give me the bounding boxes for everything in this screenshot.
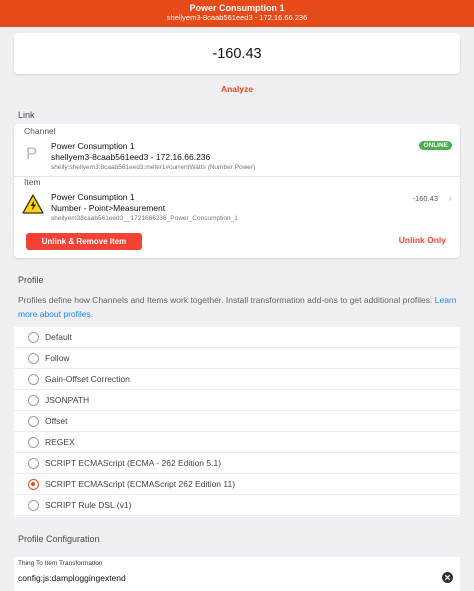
channel-uid: shelly:shellyem3:8caab561eed3:meter1#cur… bbox=[51, 164, 256, 171]
profile-option-label: Follow bbox=[45, 353, 70, 363]
unlink-remove-button[interactable]: Unlink & Remove Item bbox=[26, 233, 142, 250]
profile-option[interactable]: JSONPATH bbox=[14, 390, 460, 411]
warning-icon bbox=[22, 193, 44, 215]
radio-icon[interactable] bbox=[28, 500, 39, 511]
divider bbox=[14, 176, 460, 177]
radio-icon[interactable] bbox=[28, 353, 39, 364]
item-header: Item bbox=[24, 177, 41, 187]
profile-option[interactable]: Gain-Offset Correction bbox=[14, 369, 460, 390]
profile-option-label: SCRIPT ECMAScript (ECMA - 262 Edition 5.… bbox=[45, 458, 222, 468]
item-uid: shellyem38caab561eed3__1721666236_Power_… bbox=[51, 215, 238, 222]
channel-thing: shellyem3-8caab561eed3 - 172.16.66.236 bbox=[51, 152, 211, 162]
transformation-label: Thing To Item Transformation bbox=[18, 560, 103, 567]
channel-row[interactable]: P Power Consumption 1 shellyem3-8caab561… bbox=[14, 138, 460, 176]
profile-option-label: Offset bbox=[45, 416, 68, 426]
chevron-right-icon: › bbox=[449, 193, 452, 203]
radio-icon[interactable] bbox=[28, 437, 39, 448]
transformation-input[interactable] bbox=[18, 571, 438, 585]
item-name: Power Consumption 1 bbox=[51, 192, 135, 202]
radio-icon[interactable] bbox=[28, 374, 39, 385]
clear-icon[interactable] bbox=[442, 572, 453, 583]
profile-section-title: Profile bbox=[18, 275, 44, 285]
unlink-only-button[interactable]: Unlink Only bbox=[399, 235, 446, 245]
radio-icon[interactable] bbox=[28, 458, 39, 469]
page-subtitle: shellyem3-8caab561eed3 - 172.16.66.236 bbox=[166, 13, 308, 22]
profile-option-label: Gain-Offset Correction bbox=[45, 374, 130, 384]
radio-icon[interactable] bbox=[28, 395, 39, 406]
item-type: Number - Point>Measurement bbox=[51, 203, 166, 213]
link-section-title: Link bbox=[18, 110, 35, 120]
profile-description: Profiles define how Channels and Items w… bbox=[18, 293, 458, 321]
profile-config-title: Profile Configuration bbox=[18, 534, 100, 544]
state-value: -160.43 bbox=[212, 45, 262, 62]
profile-option[interactable]: SCRIPT Rule DSL (v1) bbox=[14, 495, 460, 516]
profile-option-label: REGEX bbox=[45, 437, 75, 447]
item-row[interactable]: Power Consumption 1 Number - Point>Measu… bbox=[14, 189, 460, 227]
channel-header: Channel bbox=[24, 126, 56, 136]
profile-option-label: SCRIPT ECMAScript (ECMAScript 262 Editio… bbox=[45, 479, 236, 489]
item-state: -160.43 bbox=[412, 194, 438, 203]
profile-option-label: SCRIPT Rule DSL (v1) bbox=[45, 500, 132, 510]
state-card: -160.43 bbox=[14, 33, 460, 74]
radio-icon[interactable] bbox=[28, 332, 39, 343]
navbar: Power Consumption 1 shellyem3-8caab561ee… bbox=[0, 0, 474, 27]
profile-option-label: Default bbox=[45, 332, 72, 342]
page-title: Power Consumption 1 bbox=[189, 3, 285, 13]
status-badge: ONLINE bbox=[419, 141, 452, 150]
profile-option[interactable]: Follow bbox=[14, 348, 460, 369]
radio-icon[interactable] bbox=[28, 416, 39, 427]
profile-option[interactable]: Offset bbox=[14, 411, 460, 432]
profile-description-text: Profiles define how Channels and Items w… bbox=[18, 295, 433, 305]
profile-option[interactable]: SCRIPT ECMAScript (ECMAScript 262 Editio… bbox=[14, 474, 460, 495]
link-card: Channel P Power Consumption 1 shellyem3-… bbox=[14, 124, 460, 258]
channel-letter: P bbox=[26, 144, 37, 163]
channel-name: Power Consumption 1 bbox=[51, 141, 135, 151]
radio-checked-icon[interactable] bbox=[28, 479, 39, 490]
profile-option[interactable]: SCRIPT ECMAScript (ECMA - 262 Edition 5.… bbox=[14, 453, 460, 474]
transformation-field: Thing To Item Transformation bbox=[14, 557, 460, 591]
profile-option[interactable]: Default bbox=[14, 327, 460, 348]
profile-option[interactable]: REGEX bbox=[14, 432, 460, 453]
channel-letter-icon: P bbox=[22, 142, 44, 164]
analyze-button[interactable]: Analyze bbox=[0, 84, 474, 94]
profile-list: Default Follow Gain-Offset Correction JSONP… bbox=[14, 327, 460, 517]
profile-option-label: JSONPATH bbox=[45, 395, 90, 405]
